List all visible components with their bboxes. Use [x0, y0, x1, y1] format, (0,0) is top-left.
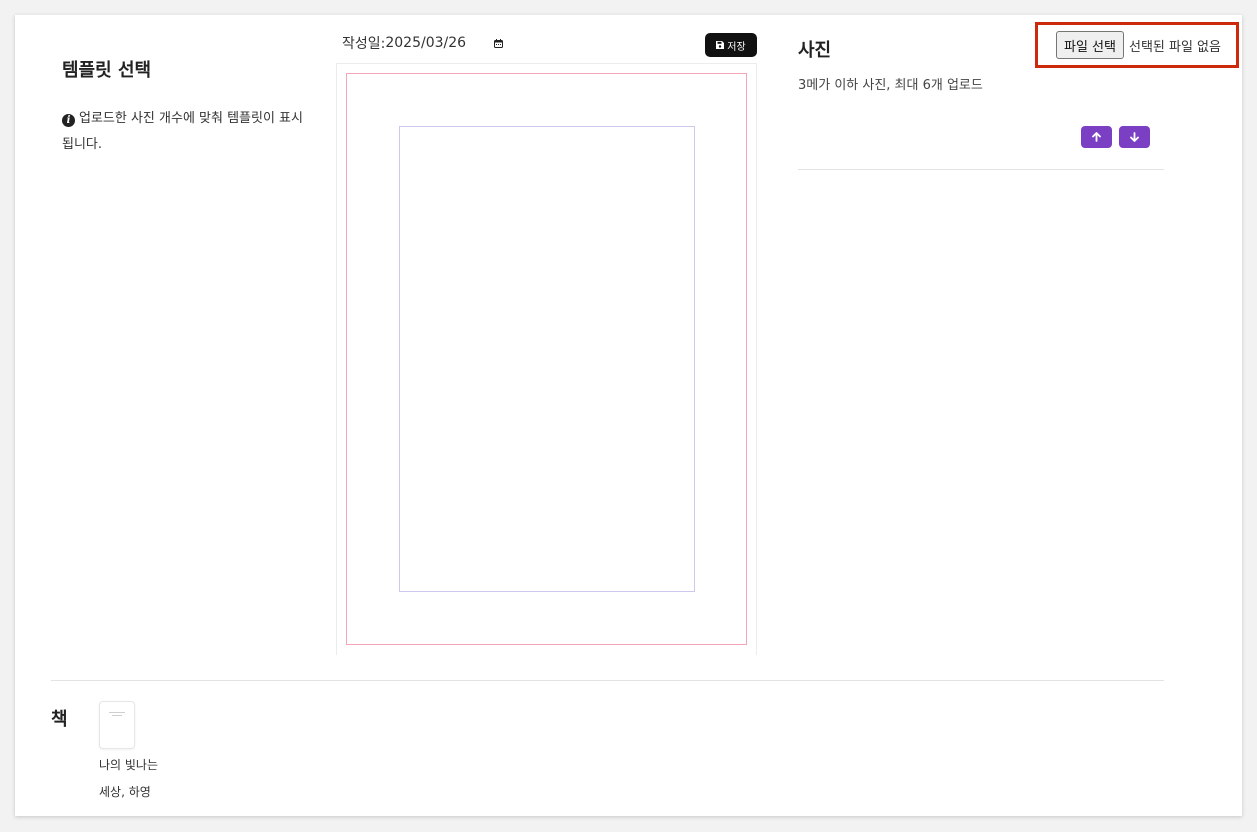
photos-divider — [798, 169, 1164, 170]
template-info-text: 업로드한 사진 개수에 맞춰 템플릿이 표시됩니다. — [62, 111, 303, 152]
photos-description: 3메가 이하 사진, 최대 6개 업로드 — [798, 78, 983, 93]
date-value[interactable]: 2025/03/26 — [385, 35, 466, 51]
floppy-disk-icon — [716, 41, 725, 49]
file-status-text: 선택된 파일 없음 — [1128, 39, 1221, 55]
file-upload-control: 파일 선택 선택된 파일 없음 — [1035, 22, 1239, 68]
arrow-down-icon — [1130, 132, 1139, 142]
thumbnail-text-line — [109, 712, 125, 713]
thumbnail-text-line — [112, 715, 122, 716]
date-field[interactable]: 작성일: 2025/03/26 — [342, 33, 466, 53]
save-button-label: 저장 — [727, 41, 746, 53]
photos-section-title: 사진 — [798, 40, 832, 61]
book-divider — [51, 680, 1164, 681]
arrow-up-icon — [1092, 132, 1101, 142]
book-caption: 나의 빛나는 세상, 하영 — [99, 758, 159, 799]
template-info: i 업로드한 사진 개수에 맞춰 템플릿이 표시됩니다. — [62, 106, 312, 158]
calendar-icon[interactable] — [494, 39, 503, 48]
book-thumbnail[interactable] — [99, 701, 135, 749]
book-section-title: 책 — [51, 709, 68, 730]
move-up-button[interactable] — [1081, 126, 1112, 148]
move-down-button[interactable] — [1119, 126, 1150, 148]
save-button[interactable]: 저장 — [705, 33, 757, 57]
file-select-button[interactable]: 파일 선택 — [1056, 31, 1124, 59]
photo-placeholder-frame[interactable] — [399, 126, 695, 592]
date-label: 작성일: — [342, 36, 386, 52]
template-section-title: 템플릿 선택 — [62, 60, 152, 81]
info-icon: i — [62, 114, 75, 127]
